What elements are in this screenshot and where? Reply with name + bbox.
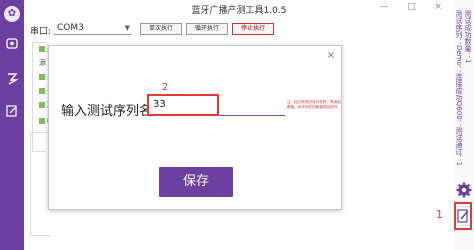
port-label: 串口: (30, 27, 52, 37)
checkbox-icon[interactable] (39, 74, 45, 80)
run-loop-button[interactable]: 循环执行 (186, 23, 228, 35)
annotation-marker-1: 1 (436, 208, 443, 221)
window-controls[interactable]: — □ × (379, 2, 450, 12)
sidebar-test-icon[interactable] (5, 72, 19, 86)
background-lower-panel (30, 132, 50, 236)
toolbar: 串口: COM3 ▼ 单次执行 循环执行 停止执行 (30, 22, 414, 37)
right-strip: 测试序列：Demo：连接成功Q600：测试通过：1 测试成功数量：1 (454, 0, 474, 250)
hint-text: 注：如已有测试序列名称，再添加覆盖。如不存在则新建测试序列 (287, 100, 341, 109)
annotation-marker-2: 2 (162, 82, 169, 93)
edit-sequence-button[interactable] (454, 202, 472, 230)
save-button[interactable]: 保存 (159, 167, 233, 197)
test-count-text: 测试成功数量：1 (464, 10, 472, 64)
title-bar: 蓝牙广播产测工具1.0.5 — □ × (24, 0, 454, 16)
port-select[interactable]: COM3 ▼ (54, 22, 132, 35)
checkbox-icon[interactable] (39, 46, 45, 52)
gear-icon[interactable] (456, 182, 472, 198)
sidebar-edit-icon[interactable] (5, 104, 19, 118)
close-icon[interactable]: × (327, 50, 335, 61)
edit-icon (457, 209, 469, 223)
checkbox-icon[interactable] (39, 88, 45, 94)
checkbox-icon[interactable] (39, 102, 45, 108)
sequence-name-input[interactable]: 33 (147, 94, 219, 116)
stop-button[interactable]: 停止执行 (232, 23, 274, 35)
input-underline (219, 115, 285, 116)
sidebar-home-icon[interactable] (5, 36, 19, 50)
left-sidebar: ✿ (0, 0, 24, 250)
port-value: COM3 (57, 23, 84, 33)
sequence-name-dialog: × 2 输入测试序列名: 33 注：如已有测试序列名称，再添加覆盖。如不存在则新… (48, 45, 342, 210)
checkbox-icon[interactable] (39, 118, 45, 124)
sequence-name-label: 输入测试序列名: (61, 104, 157, 119)
app-logo-icon: ✿ (4, 6, 20, 22)
run-once-button[interactable]: 单次执行 (140, 23, 182, 35)
chevron-down-icon: ▼ (124, 24, 130, 32)
background-row: 添 (39, 59, 46, 67)
